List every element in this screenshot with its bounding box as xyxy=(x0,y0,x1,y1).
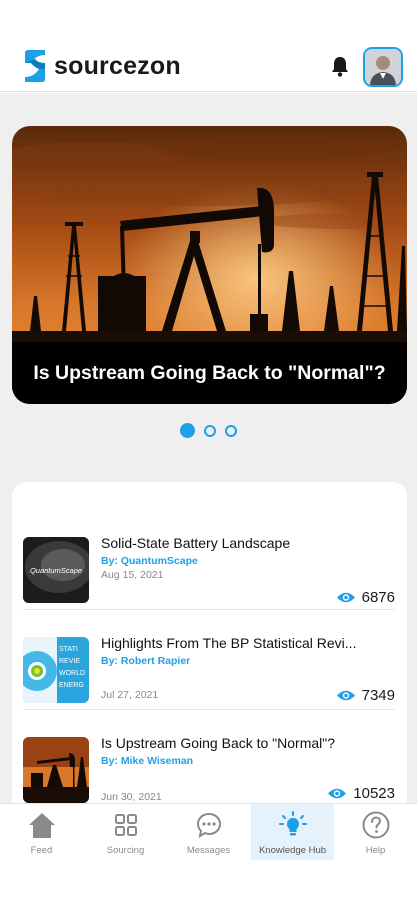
tab-label: Feed xyxy=(30,845,53,856)
view-count: 6876 xyxy=(361,589,395,606)
carousel-dot-2[interactable] xyxy=(204,424,216,437)
hero-carousel-slide[interactable]: Is Upstream Going Back to "Normal"? xyxy=(12,126,407,404)
brand-name: sourcezon xyxy=(54,51,181,80)
thumbnail-text: WORLD xyxy=(59,670,85,677)
chat-icon xyxy=(196,812,221,839)
tab-messages[interactable]: Messages xyxy=(167,804,250,860)
thumbnail-text: REVIE xyxy=(59,658,80,665)
app-header: sourcezon xyxy=(0,0,417,92)
eye-icon xyxy=(328,788,347,799)
article-title: Highlights From The BP Statistical Revi.… xyxy=(101,635,357,651)
article-author[interactable]: By: Robert Rapier xyxy=(101,655,190,667)
article-thumbnail: STATI REVIE WORLD ENERG xyxy=(23,637,89,703)
carousel-dot-3[interactable] xyxy=(225,424,237,437)
article-author[interactable]: By: Mike Wiseman xyxy=(101,755,193,767)
tab-label: Knowledge Hub xyxy=(258,845,327,856)
tab-label: Sourcing xyxy=(106,845,145,856)
article-thumbnail: QuantumScape xyxy=(23,537,89,603)
home-icon xyxy=(28,813,55,838)
article-item[interactable]: QuantumScape Solid-State Battery Landsca… xyxy=(23,527,395,627)
hero-title: Is Upstream Going Back to "Normal"? xyxy=(12,342,407,404)
bp-review-thumbnail-image: STATI REVIE WORLD ENERG xyxy=(23,637,89,703)
grid-icon xyxy=(114,814,137,836)
tab-help[interactable]: Help xyxy=(334,804,417,860)
article-views: 7349 xyxy=(336,687,395,704)
divider xyxy=(23,609,395,610)
article-item[interactable]: Is Upstream Going Back to "Normal"? By: … xyxy=(23,727,395,803)
tab-label: Help xyxy=(365,845,386,856)
sourcezon-logo-icon xyxy=(25,50,45,82)
help-icon xyxy=(362,811,389,839)
article-views: 6876 xyxy=(336,589,395,606)
lightbulb-icon xyxy=(278,811,307,836)
view-count: 10523 xyxy=(353,785,395,802)
tab-sourcing[interactable]: Sourcing xyxy=(84,804,167,860)
avatar-photo xyxy=(365,49,401,85)
article-date: Aug 15, 2021 xyxy=(101,569,164,581)
article-author[interactable]: By: QuantumScape xyxy=(101,555,198,567)
article-item[interactable]: STATI REVIE WORLD ENERG Highlights From … xyxy=(23,627,395,727)
eye-icon xyxy=(336,592,355,603)
carousel-dot-1[interactable] xyxy=(180,423,195,438)
thumbnail-text: STATI xyxy=(59,646,78,653)
article-views: 10523 xyxy=(327,785,395,802)
article-date: Jun 30, 2021 xyxy=(101,791,162,803)
user-avatar[interactable] xyxy=(363,47,403,87)
divider xyxy=(23,709,395,710)
view-count: 7349 xyxy=(361,687,395,704)
eye-icon xyxy=(336,690,355,701)
tab-label: Messages xyxy=(186,845,231,856)
feed-content[interactable]: Is Upstream Going Back to "Normal"? Quan… xyxy=(0,93,417,803)
oil-pump-thumbnail-image xyxy=(23,737,89,803)
tab-feed[interactable]: Feed xyxy=(0,804,83,860)
bottom-tab-bar: Feed Sourcing Messages Knowledge Hub Hel… xyxy=(0,803,417,900)
tab-knowledge-hub[interactable]: Knowledge Hub xyxy=(251,804,334,860)
article-list-card: QuantumScape Solid-State Battery Landsca… xyxy=(12,482,407,803)
bell-icon[interactable] xyxy=(330,55,350,77)
article-title: Is Upstream Going Back to "Normal"? xyxy=(101,735,336,751)
quantumscape-thumbnail-image: QuantumScape xyxy=(23,537,89,603)
article-thumbnail xyxy=(23,737,89,803)
article-title: Solid-State Battery Landscape xyxy=(101,535,291,551)
brand-logo[interactable]: sourcezon xyxy=(22,49,181,83)
article-date: Jul 27, 2021 xyxy=(101,689,159,701)
thumbnail-text: ENERG xyxy=(59,682,84,689)
thumbnail-logo-text: QuantumScape xyxy=(30,566,82,575)
carousel-pagination xyxy=(0,423,417,438)
